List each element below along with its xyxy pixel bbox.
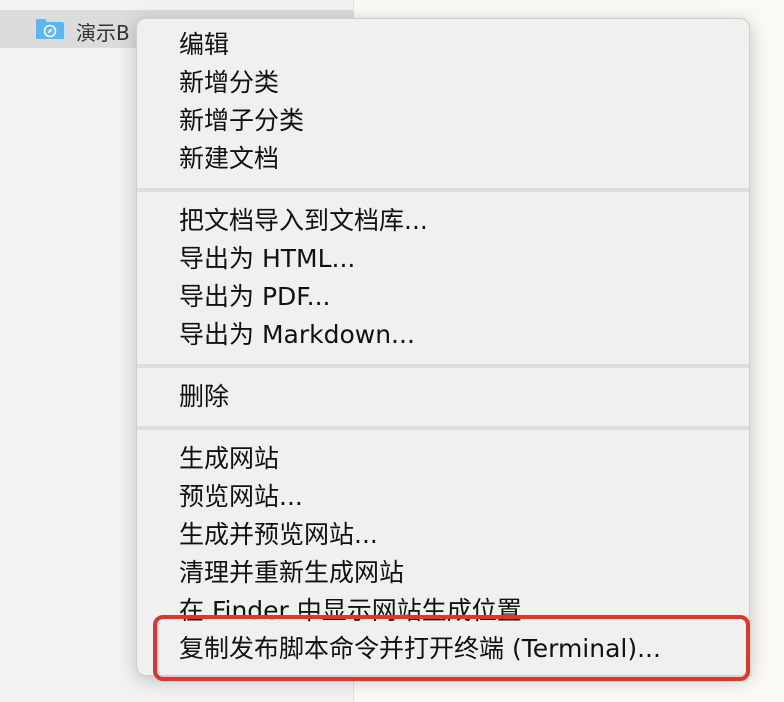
menu-separator [137, 364, 749, 368]
menu-item-export-pdf[interactable]: 导出为 PDF... [179, 279, 330, 315]
sidebar-item-label: 演示B [76, 21, 130, 45]
menu-separator [137, 426, 749, 430]
menu-item-export-html[interactable]: 导出为 HTML... [179, 241, 355, 277]
menu-item-preview-site[interactable]: 预览网站... [179, 479, 303, 515]
menu-separator [137, 188, 749, 192]
menu-item-generate-and-preview[interactable]: 生成并预览网站... [179, 517, 378, 553]
folder-compass-icon [35, 18, 65, 40]
menu-item-import-documents[interactable]: 把文档导入到文档库... [179, 203, 428, 239]
menu-item-delete[interactable]: 删除 [179, 379, 229, 415]
context-menu: 编辑 新增分类 新增子分类 新建文档 把文档导入到文档库... 导出为 HTML… [136, 18, 750, 676]
menu-item-new-document[interactable]: 新建文档 [179, 141, 279, 177]
highlight-annotation-box [153, 615, 750, 681]
menu-item-edit[interactable]: 编辑 [179, 27, 229, 63]
menu-item-add-subcategory[interactable]: 新增子分类 [179, 103, 304, 139]
menu-item-clean-and-regenerate[interactable]: 清理并重新生成网站 [179, 555, 404, 591]
menu-item-generate-site[interactable]: 生成网站 [179, 441, 279, 477]
menu-item-add-category[interactable]: 新增分类 [179, 65, 279, 101]
menu-item-export-markdown[interactable]: 导出为 Markdown... [179, 317, 415, 353]
